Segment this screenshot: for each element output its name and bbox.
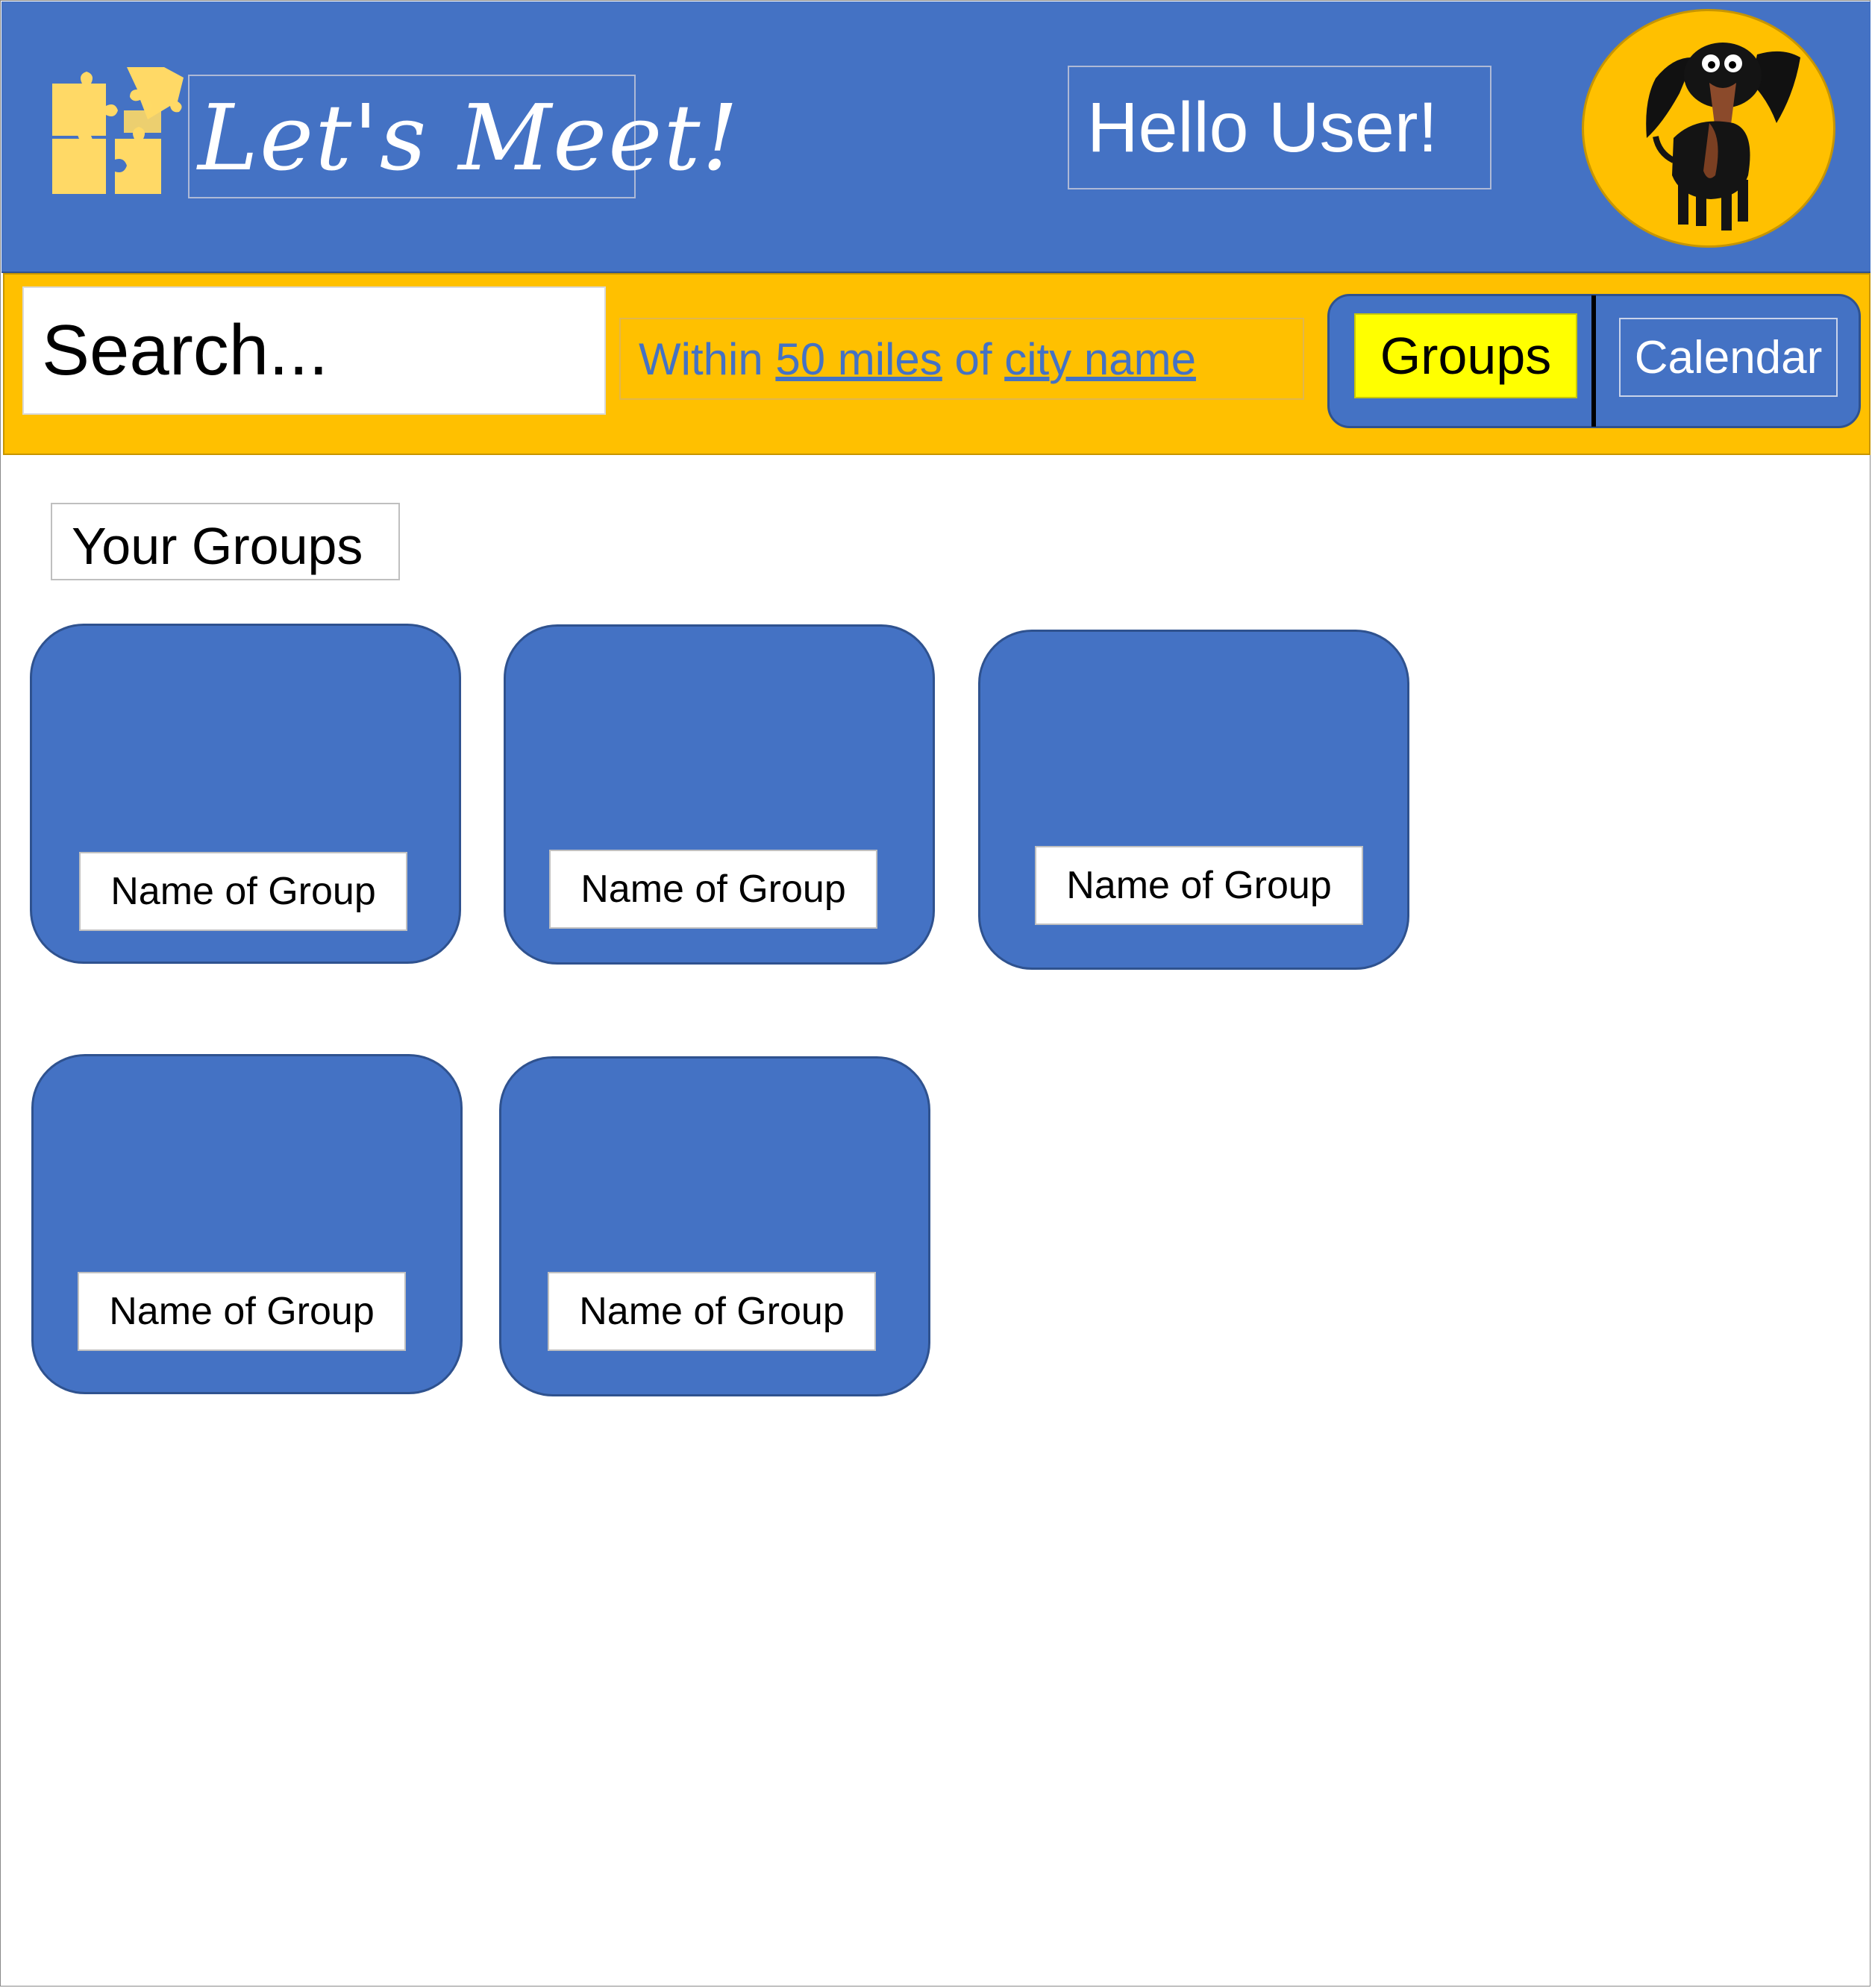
tab-groups[interactable]: Groups xyxy=(1354,313,1577,398)
city-link[interactable]: city name xyxy=(1004,333,1196,385)
distance-link[interactable]: 50 miles xyxy=(775,333,942,385)
group-name-label[interactable]: Name of Group xyxy=(549,850,877,929)
nav-divider xyxy=(1591,295,1596,427)
tab-calendar[interactable]: Calendar xyxy=(1619,318,1838,397)
group-name-label[interactable]: Name of Group xyxy=(548,1272,876,1351)
group-name-label[interactable]: Name of Group xyxy=(78,1272,406,1351)
app-logo-text[interactable]: Let's Meet! xyxy=(198,86,740,190)
puzzle-pieces-icon[interactable] xyxy=(52,61,187,194)
group-name-label[interactable]: Name of Group xyxy=(79,852,407,931)
section-title: Your Groups xyxy=(51,503,400,580)
dachshund-avatar-icon xyxy=(1646,43,1800,231)
location-prefix-text: Within xyxy=(639,333,776,384)
location-middle-text: of xyxy=(942,333,1005,384)
group-name-label[interactable]: Name of Group xyxy=(1035,846,1363,925)
location-filter: Within 50 miles of city name xyxy=(619,318,1304,400)
search-input[interactable] xyxy=(22,286,606,415)
user-avatar[interactable] xyxy=(1582,9,1835,248)
greeting-text: Hello User! xyxy=(1068,66,1491,189)
